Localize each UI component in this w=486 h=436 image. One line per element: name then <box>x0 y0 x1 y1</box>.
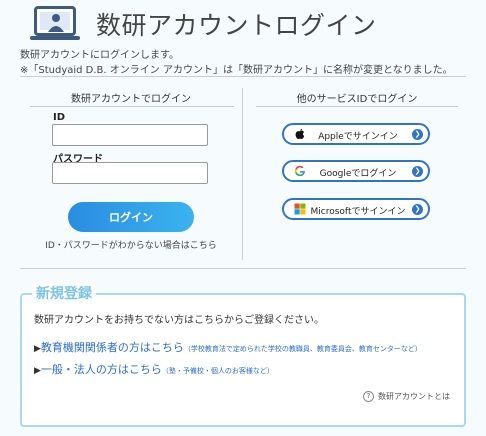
education-register-link[interactable]: ▶教育機関関係者の方はこちら（学校教育法で定められた学校の教職員、教育委員会、教… <box>34 339 422 355</box>
google-login-label: Googleでログイン <box>319 169 397 179</box>
microsoft-signin-label: Microsoftでサインイン <box>310 207 406 217</box>
google-icon <box>294 165 306 177</box>
register-lead-text: 数研アカウントをお持ちでない方はこちらからご登録ください。 <box>34 315 324 326</box>
apple-signin-button[interactable]: Appleでサインイン ❯ <box>282 123 430 145</box>
microsoft-signin-button[interactable]: Microsoftでサインイン ❯ <box>282 198 430 220</box>
apple-signin-label: Appleでサインイン <box>318 132 398 142</box>
id-input[interactable] <box>52 124 208 146</box>
education-register-note: （学校教育法で定められた学校の教職員、教育委員会、教育センターなど） <box>183 345 422 353</box>
heading-underline <box>256 106 458 107</box>
login-panel: 数研アカウントでログイン ID パスワード ログイン ID・パスワードがわからな… <box>20 76 466 266</box>
general-register-note: （塾・予備校・個人のお客様など） <box>161 367 274 375</box>
heading-underline <box>30 106 234 107</box>
register-box: 数研アカウントをお持ちでない方はこちらからご登録ください。 ▶教育機関関係者の方… <box>20 293 466 427</box>
page-title: 数研アカウントログイン <box>96 11 377 40</box>
other-service-heading: 他のサービスIDでログイン <box>296 94 418 105</box>
id-label: ID <box>53 112 66 123</box>
about-account-link[interactable]: ? 数研アカウントとは <box>363 391 450 402</box>
column-divider <box>242 88 243 260</box>
triangle-right-icon: ▶ <box>34 344 41 354</box>
education-register-label: 教育機関関係者の方はこちら <box>40 341 184 354</box>
about-account-label: 数研アカウントとは <box>378 392 450 401</box>
general-register-link[interactable]: ▶一般・法人の方はこちら（塾・予備校・個人のお客様など） <box>34 361 274 377</box>
triangle-right-icon: ▶ <box>34 366 41 376</box>
apple-icon <box>294 128 306 140</box>
chevron-right-icon: ❯ <box>412 166 423 177</box>
bottom-divider <box>20 268 466 269</box>
chevron-right-icon: ❯ <box>412 129 423 140</box>
rename-notice: ※「Studyaid D.B. オンライン アカウント」は「数研アカウント」に名… <box>20 65 453 76</box>
microsoft-icon <box>294 203 306 215</box>
chevron-right-icon: ❯ <box>412 204 423 215</box>
password-input[interactable] <box>52 162 208 184</box>
register-title: 新規登録 <box>32 283 96 303</box>
question-circle-icon: ? <box>363 391 374 402</box>
general-register-label: 一般・法人の方はこちら <box>40 363 162 376</box>
intro-text: 数研アカウントにログインします。 <box>20 50 179 61</box>
account-login-heading: 数研アカウントでログイン <box>71 94 191 105</box>
forgot-credentials-link[interactable]: ID・パスワードがわからない場合はこちら <box>20 238 242 251</box>
google-login-button[interactable]: Googleでログイン ❯ <box>282 160 430 182</box>
login-button[interactable]: ログイン <box>68 202 194 232</box>
